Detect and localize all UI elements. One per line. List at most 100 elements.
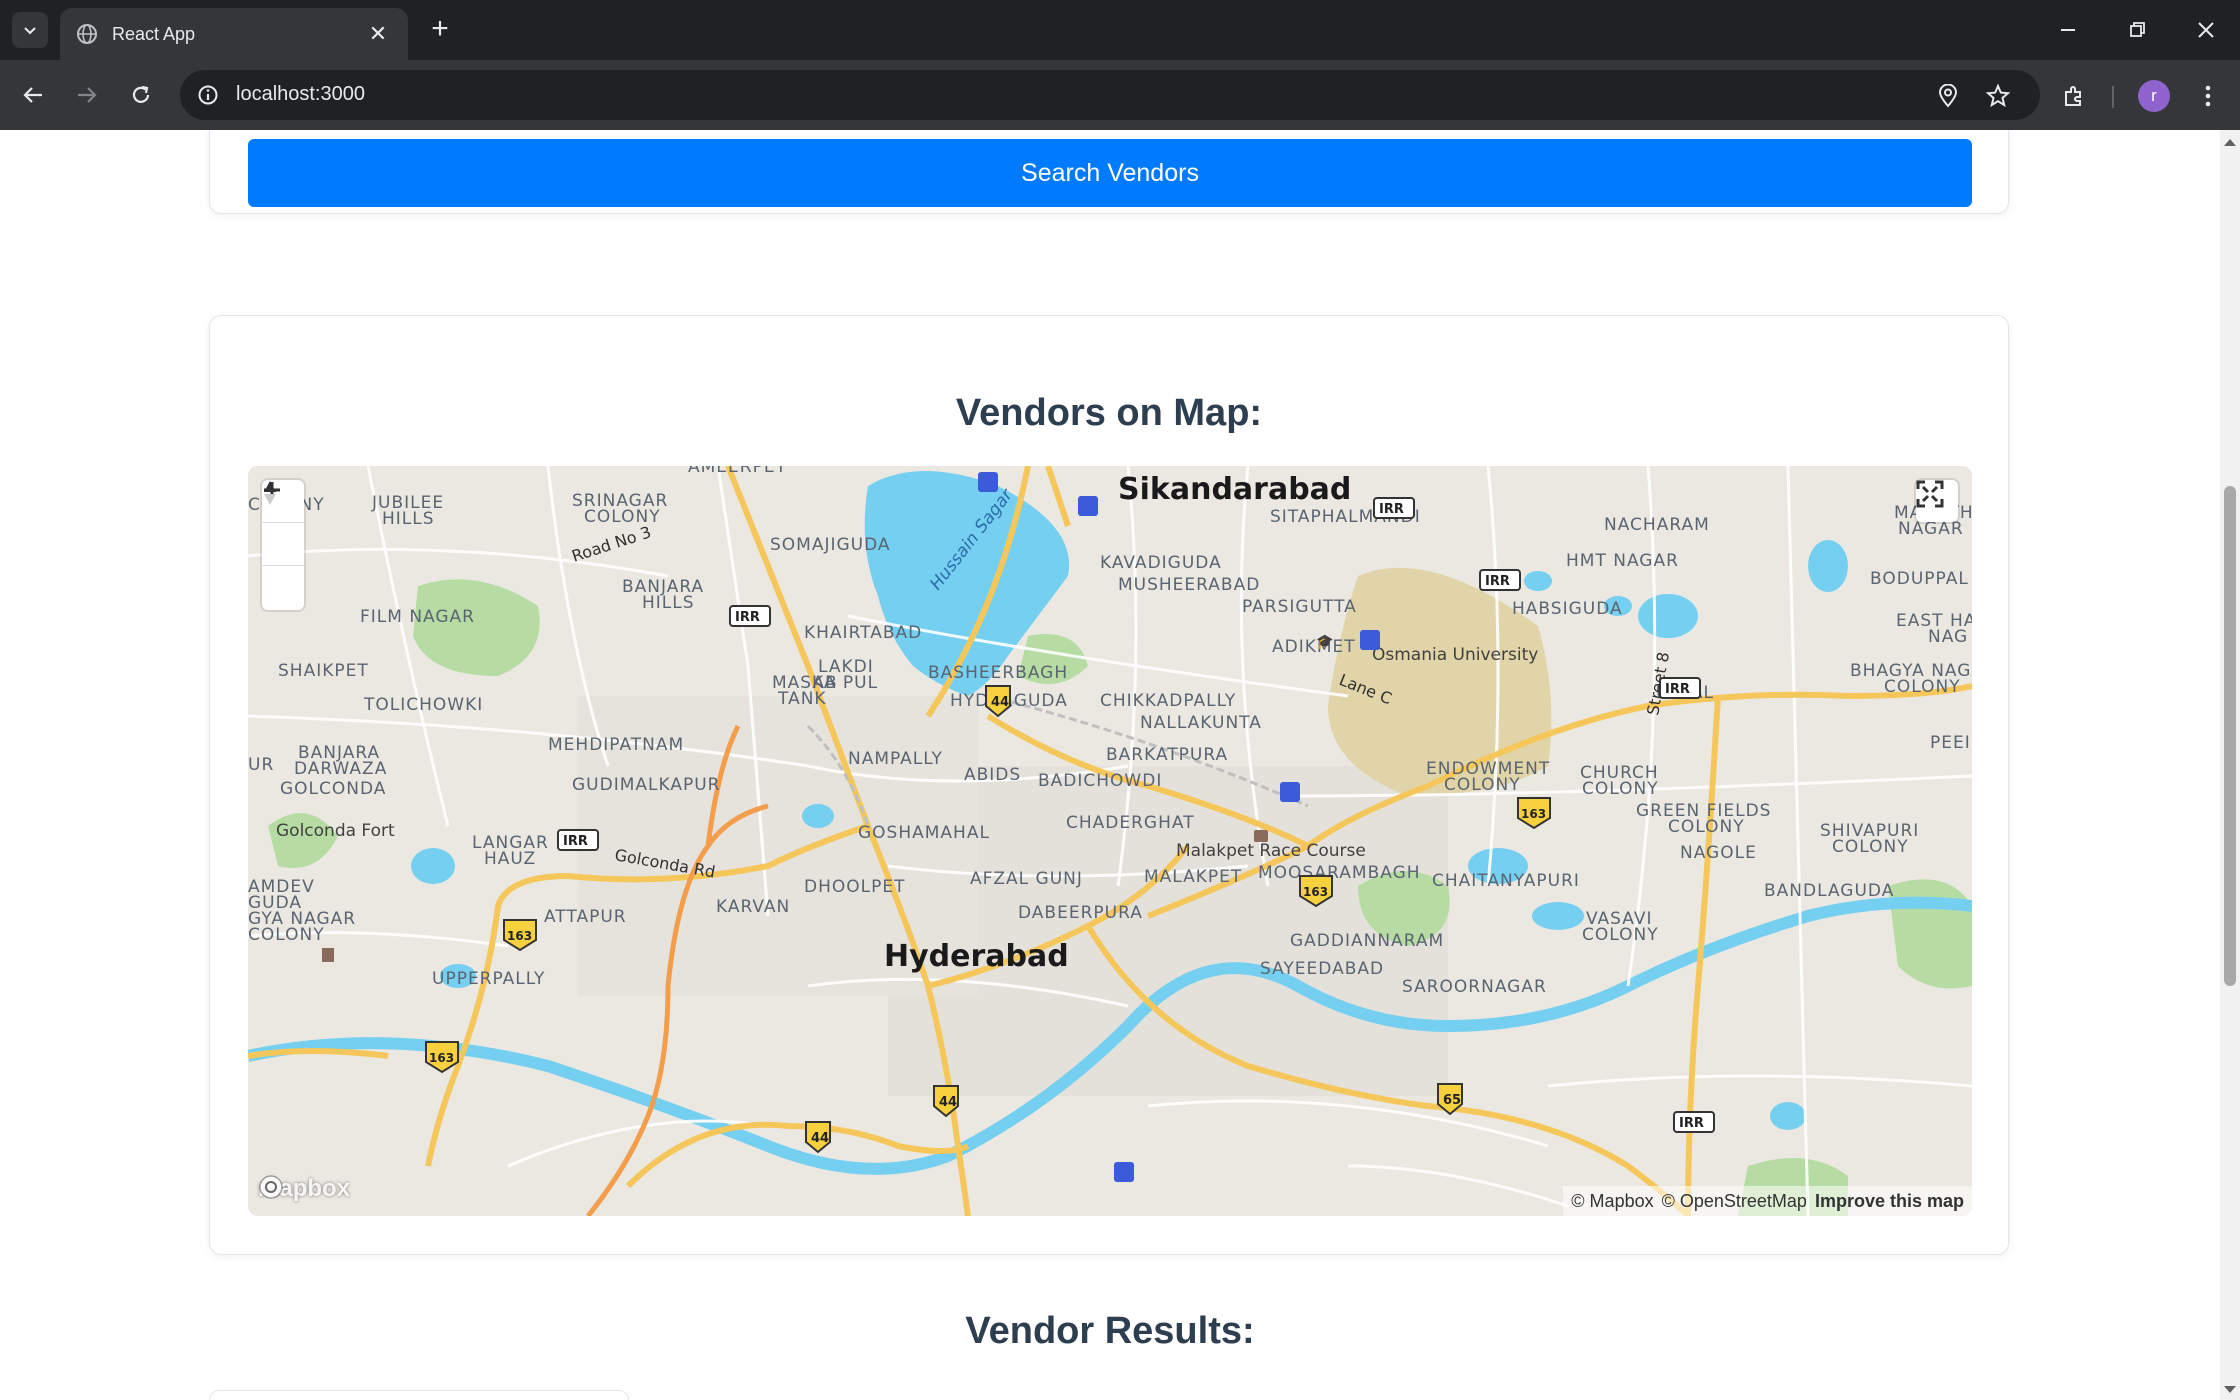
map-label-chaderghat: CHADERGHAT — [1066, 813, 1195, 833]
restore-button[interactable] — [2118, 12, 2158, 48]
map-label-ur: UR — [248, 755, 274, 775]
back-button[interactable] — [14, 76, 52, 114]
svg-text:IRR: IRR — [1665, 682, 1690, 697]
map-label-barkatpura: BARKATPURA — [1106, 745, 1228, 765]
arrow-left-icon — [23, 87, 42, 103]
map-label-tank: TANK — [777, 689, 827, 709]
map-section-title: Vendors on Map: — [955, 392, 1263, 434]
site-info-icon[interactable] — [194, 81, 222, 109]
vendor-map[interactable]: Sikandarabad Hyderabad AMEERPET COLONY J… — [248, 466, 1972, 1216]
address-bar[interactable]: localhost:3000 — [180, 70, 2040, 120]
map-label-nacharam: NACHARAM — [1604, 515, 1710, 535]
svg-text:163: 163 — [507, 929, 532, 943]
search-vendors-button[interactable]: Search Vendors — [248, 139, 1972, 207]
fort-icon — [322, 948, 334, 962]
arrow-right-icon — [78, 87, 97, 103]
compass-icon — [264, 481, 276, 505]
map-label-sayeedabad: SAYEEDABAD — [1260, 959, 1384, 979]
svg-text:IRR: IRR — [1679, 1116, 1704, 1131]
map-label-mehdipatnam: MEHDIPATNAM — [548, 735, 684, 755]
map-label-khairtabad: KHAIRTABAD — [804, 623, 922, 643]
mapbox-logo-icon — [259, 1175, 283, 1199]
map-label-habsiguda: HABSIGUDA — [1512, 599, 1623, 619]
reload-button[interactable] — [122, 76, 160, 114]
scroll-down-arrow-icon[interactable] — [2220, 1382, 2240, 1398]
map-label-nampally: NAMPALLY — [848, 749, 943, 769]
bookmark-star-icon[interactable] — [1984, 82, 2012, 110]
map-label-vasavi-2: COLONY — [1582, 925, 1659, 945]
map-label-bhagya-2: COLONY — [1884, 677, 1961, 697]
scroll-up-arrow-icon[interactable] — [2220, 134, 2240, 150]
toolbar-divider — [2112, 86, 2114, 108]
tab-search-button[interactable] — [12, 12, 48, 48]
irr-shield: IRR — [1479, 569, 1521, 591]
zoom-out-button[interactable] — [262, 488, 304, 566]
profile-avatar[interactable]: r — [2138, 80, 2170, 112]
globe-icon — [77, 24, 97, 44]
map-label-jubilee-2: HILLS — [382, 509, 435, 529]
university-icon: 🎓 — [1316, 633, 1333, 650]
scrollbar-thumb[interactable] — [2224, 486, 2236, 986]
reset-bearing-button[interactable] — [262, 481, 304, 610]
svg-text:IRR: IRR — [563, 834, 588, 849]
map-label-goshamahal: GOSHAMAHAL — [858, 823, 990, 843]
minimize-icon — [2061, 29, 2075, 31]
map-label-upperpally: UPPERPALLY — [432, 969, 545, 989]
vendor-results-title: Vendor Results: — [965, 1310, 1255, 1352]
map-label-basheerbagh: BASHEERBAGH — [928, 663, 1068, 683]
map-label-gudimalkapur: GUDIMALKAPUR — [572, 775, 720, 795]
map-label-saroornagar: SAROORNAGAR — [1402, 977, 1547, 997]
forward-button[interactable] — [68, 76, 106, 114]
map-label-hmt-nagar: HMT NAGAR — [1566, 551, 1679, 571]
location-pin-icon[interactable] — [1934, 82, 1962, 110]
svg-text:44: 44 — [939, 1095, 957, 1110]
map-card: Vendors on Map: Sikandarabad Hyderabad A… — [209, 315, 2009, 1255]
minimize-button[interactable] — [2048, 12, 2088, 48]
improve-map-link[interactable]: Improve this map — [1815, 1191, 1964, 1212]
fullscreen-button[interactable] — [1916, 480, 1958, 522]
map-label-moosarambagh: MOOSARAMBAGH — [1258, 863, 1421, 883]
attribution-mapbox-link[interactable]: © Mapbox — [1571, 1191, 1653, 1212]
map-label-osmania-university: Osmania University — [1372, 645, 1538, 665]
map-label-film-nagar: FILM NAGAR — [360, 607, 475, 627]
tab-title: React App — [112, 23, 196, 44]
svg-text:163: 163 — [1303, 885, 1328, 899]
svg-text:IRR: IRR — [735, 610, 760, 625]
irr-shield: IRR — [557, 829, 599, 851]
close-tab-icon[interactable]: ✕ — [364, 21, 392, 47]
irr-shield: IRR — [729, 605, 771, 627]
attribution-osm-link[interactable]: © OpenStreetMap — [1662, 1191, 1807, 1212]
svg-text:44: 44 — [811, 1131, 829, 1146]
url-text[interactable]: localhost:3000 — [236, 83, 365, 106]
mapbox-logo[interactable]: mapbox — [258, 1174, 350, 1204]
chevron-down-icon — [24, 27, 36, 35]
map-label-malakpet: MALAKPET — [1144, 867, 1242, 887]
close-window-button[interactable] — [2186, 12, 2226, 48]
map-label-banjara-hills-2: HILLS — [642, 593, 695, 613]
map-label-green-fields-2: COLONY — [1668, 817, 1745, 837]
map-label-attapur: ATTAPUR — [544, 907, 627, 927]
map-label-badichowdi: BADICHOWDI — [1038, 771, 1162, 791]
browser-tab-active[interactable]: React App ✕ — [60, 8, 408, 60]
vendor-result-card — [209, 1390, 629, 1400]
map-label-shaikpet: SHAIKPET — [278, 661, 369, 681]
map-label-hyderabad: Hyderabad — [884, 939, 1069, 974]
map-label-parsigutta: PARSIGUTTA — [1242, 597, 1357, 617]
map-label-golconda-fort: Golconda Fort — [276, 821, 395, 841]
page-scrollbar[interactable] — [2220, 130, 2240, 1400]
map-label-malakpet-race-course: Malakpet Race Course — [1176, 841, 1366, 861]
search-card: Search Vendors — [209, 130, 2009, 214]
map-label-gya-nagar-2: COLONY — [248, 925, 325, 945]
extensions-puzzle-icon[interactable] — [2056, 78, 2092, 114]
map-label-banjara-darwaza-2: DARWAZA — [294, 759, 387, 779]
svg-text:IRR: IRR — [1485, 574, 1510, 589]
map-label-gaddiannaram: GADDIANNARAM — [1290, 931, 1444, 951]
map-label-dhoolpet: DHOOLPET — [804, 877, 905, 897]
new-tab-button[interactable]: + — [424, 14, 456, 46]
kebab-menu-icon[interactable] — [2190, 78, 2226, 114]
map-canvas[interactable]: Sikandarabad Hyderabad AMEERPET COLONY J… — [248, 466, 1972, 1216]
map-label-sikandarabad: Sikandarabad — [1118, 472, 1351, 507]
map-label-ameerpet: AMEERPET — [688, 466, 787, 477]
svg-text:163: 163 — [429, 1051, 454, 1065]
map-navigation-control — [262, 480, 304, 610]
